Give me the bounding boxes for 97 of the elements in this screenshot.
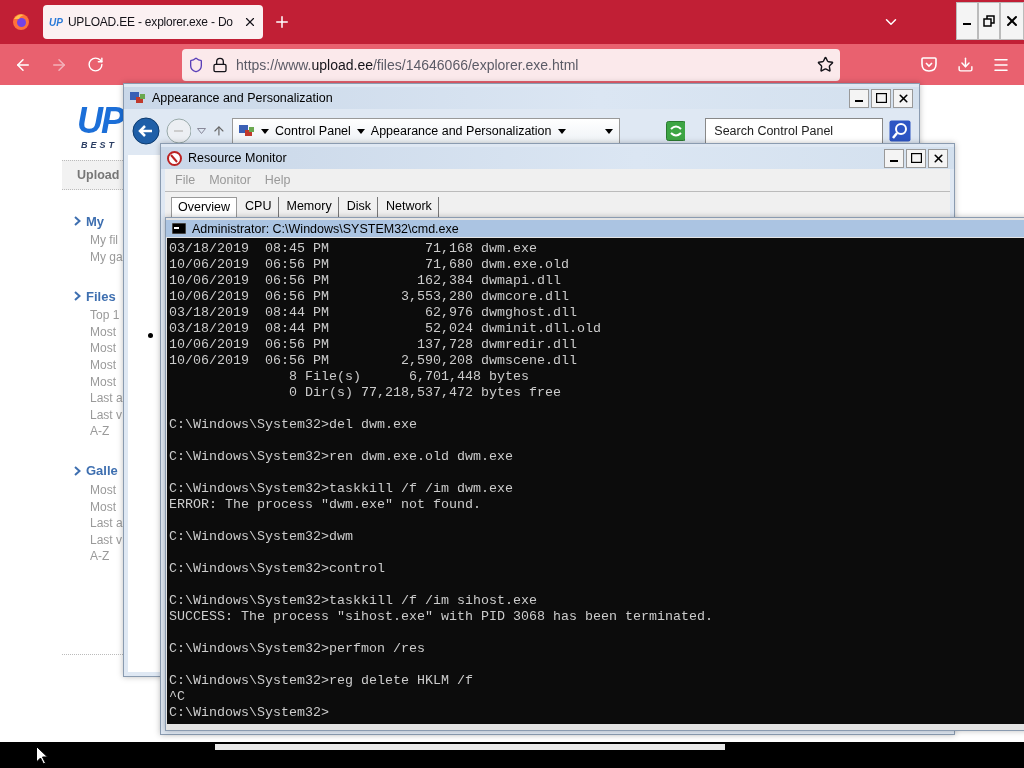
console-line: ^C bbox=[169, 689, 186, 705]
console-line: 03/18/2019 08:44 PM 52,024 dwminit.dll.old bbox=[169, 321, 602, 337]
browser-logo-icon[interactable] bbox=[12, 13, 30, 31]
bullet-icon bbox=[148, 333, 153, 338]
window-title: Resource Monitor bbox=[188, 151, 288, 165]
mouse-cursor-icon bbox=[36, 746, 48, 765]
sidebar-link[interactable]: Most bbox=[62, 340, 125, 357]
address-text: https://www.upload.ee/files/14646066/explorer.exe.html bbox=[236, 56, 580, 73]
console-icon bbox=[172, 223, 186, 234]
gauge-icon bbox=[167, 150, 182, 166]
tab-favicon: UP bbox=[49, 16, 63, 28]
minimize-button[interactable] bbox=[884, 148, 904, 168]
control-panel-icon bbox=[130, 91, 146, 105]
refresh-button[interactable] bbox=[665, 121, 686, 141]
console-line: C:\Windows\System32>dwm bbox=[169, 529, 354, 545]
close-icon bbox=[931, 151, 945, 165]
address-field[interactable]: Control Panel Appearance and Personalization bbox=[232, 118, 620, 144]
console-line: C:\Windows\System32>control bbox=[169, 561, 386, 577]
pocket-icon[interactable] bbox=[921, 57, 937, 72]
console-line: 0 Dir(s) 77,218,537,472 bytes free bbox=[287, 385, 562, 401]
maximize-button[interactable] bbox=[871, 88, 891, 108]
console-line: 10/06/2019 06:56 PM 162,384 dwmapi.dll bbox=[169, 273, 562, 289]
close-icon bbox=[1004, 13, 1020, 29]
sidebar-link[interactable]: Top 1 bbox=[62, 307, 125, 324]
bookmark-star-icon[interactable] bbox=[817, 56, 834, 73]
history-caret-icon[interactable] bbox=[197, 128, 207, 134]
maximize-icon bbox=[875, 93, 887, 103]
chevron-icon bbox=[74, 216, 81, 226]
control-panel-icon bbox=[239, 124, 256, 138]
new-tab-icon[interactable] bbox=[273, 13, 291, 31]
sidebar-link[interactable]: A-Z bbox=[62, 423, 125, 440]
sidebar-link[interactable]: Last v bbox=[62, 406, 125, 424]
console-line: 10/06/2019 06:56 PM 2,590,208 dwmscene.dll bbox=[169, 353, 578, 369]
sidebar-link[interactable]: Last a bbox=[62, 515, 125, 532]
console-line: 10/06/2019 06:56 PM 71,680 dwm.exe.old bbox=[169, 257, 570, 273]
sidebar-link[interactable]: My ga bbox=[62, 248, 125, 266]
chevron-icon bbox=[74, 465, 81, 476]
console-line: 10/06/2019 06:56 PM 137,728 dwmredir.dll bbox=[169, 337, 578, 353]
restore-button[interactable] bbox=[978, 2, 1000, 40]
back-button[interactable] bbox=[132, 117, 160, 145]
address-field[interactable]: https://www.upload.ee/files/14646066/explorer.exe.html bbox=[182, 48, 840, 81]
chevron-icon bbox=[74, 291, 81, 302]
console-line: 03/18/2019 08:45 PM 71,168 dwm.exe bbox=[169, 241, 538, 257]
lock-icon[interactable] bbox=[212, 56, 228, 73]
tab[interactable]: Overview bbox=[171, 197, 238, 219]
console-line: C:\Windows\System32> bbox=[169, 705, 330, 721]
console-line: C:\Windows\System32>del dwm.exe bbox=[169, 417, 418, 433]
breadcrumb-item[interactable]: Control Panel bbox=[275, 124, 351, 138]
console-line: 03/18/2019 08:44 PM 62,976 dwmghost.dll bbox=[169, 305, 578, 321]
console-line: ERROR: The process "dwm.exe" not found. bbox=[169, 497, 482, 513]
console-line: 10/06/2019 06:56 PM 3,553,280 dwmcore.dll bbox=[169, 289, 570, 305]
sidebar-link[interactable]: Most bbox=[62, 373, 125, 391]
close-icon bbox=[896, 91, 910, 105]
shield-icon[interactable] bbox=[188, 56, 204, 73]
nav-link[interactable]: Upload bbox=[62, 160, 125, 190]
caret-icon bbox=[557, 128, 566, 134]
browser-tab[interactable]: UP UPLOAD.EE - explorer.exe - Do bbox=[43, 5, 263, 39]
sidebar-link[interactable]: Most bbox=[62, 498, 125, 516]
console-line: C:\Windows\System32>taskkill /f /im sihost.exe bbox=[169, 593, 538, 609]
console-line: 8 File(s) 6,701,448 bytes bbox=[287, 369, 530, 385]
console-line: SUCCESS: The process "sihost.exe" with PID 3068 has been terminated. bbox=[169, 609, 714, 625]
logo-tagline: BEST bbox=[81, 140, 118, 150]
caret-icon bbox=[261, 128, 270, 134]
console-line: C:\Windows\System32>taskkill /f /im dwm.exe bbox=[169, 481, 514, 497]
sidebar-link[interactable]: Last a bbox=[62, 390, 125, 407]
console-line: C:\Windows\System32>ren dwm.exe.old dwm.exe bbox=[169, 449, 514, 465]
console-line: C:\Windows\System32>perfmon /res bbox=[169, 641, 426, 657]
close-icon[interactable] bbox=[243, 15, 257, 29]
reload-icon[interactable] bbox=[86, 56, 104, 73]
site-logo[interactable]: UP bbox=[77, 103, 125, 139]
caret-icon bbox=[604, 128, 613, 134]
minimize-button[interactable] bbox=[849, 88, 869, 108]
sidebar-link[interactable]: Last v bbox=[62, 531, 125, 549]
section-heading: My bbox=[86, 213, 105, 229]
sidebar-link[interactable]: Most bbox=[62, 481, 125, 499]
window-title: Administrator: C:\Windows\SYSTEM32\cmd.exe bbox=[192, 221, 460, 236]
section-heading: Galle bbox=[86, 463, 118, 479]
search-field[interactable]: Search Control Panel bbox=[705, 118, 884, 144]
download-icon[interactable] bbox=[956, 56, 974, 73]
close-button[interactable] bbox=[893, 88, 913, 108]
scrollbar-thumb[interactable] bbox=[215, 744, 725, 750]
sidebar-link[interactable]: Most bbox=[62, 356, 125, 374]
maximize-button[interactable] bbox=[906, 148, 926, 168]
window-title: Appearance and Personalization bbox=[152, 91, 334, 105]
close-button[interactable] bbox=[1000, 2, 1024, 40]
maximize-icon bbox=[910, 153, 922, 163]
restore-icon bbox=[983, 15, 995, 27]
tab-title: UPLOAD.EE - explorer.exe - Do bbox=[67, 15, 234, 29]
search-button[interactable] bbox=[889, 120, 911, 142]
console-line: C:\Windows\System32>reg delete HKLM /f bbox=[169, 673, 474, 689]
close-button[interactable] bbox=[928, 148, 948, 168]
section-heading: Files bbox=[86, 288, 116, 304]
breadcrumb-item[interactable]: Appearance and Personalization bbox=[370, 124, 552, 138]
sidebar-link[interactable]: A-Z bbox=[62, 548, 125, 565]
sidebar-link[interactable]: My fil bbox=[62, 232, 125, 249]
caret-icon bbox=[356, 128, 365, 134]
sidebar-link[interactable]: Most bbox=[62, 323, 125, 341]
